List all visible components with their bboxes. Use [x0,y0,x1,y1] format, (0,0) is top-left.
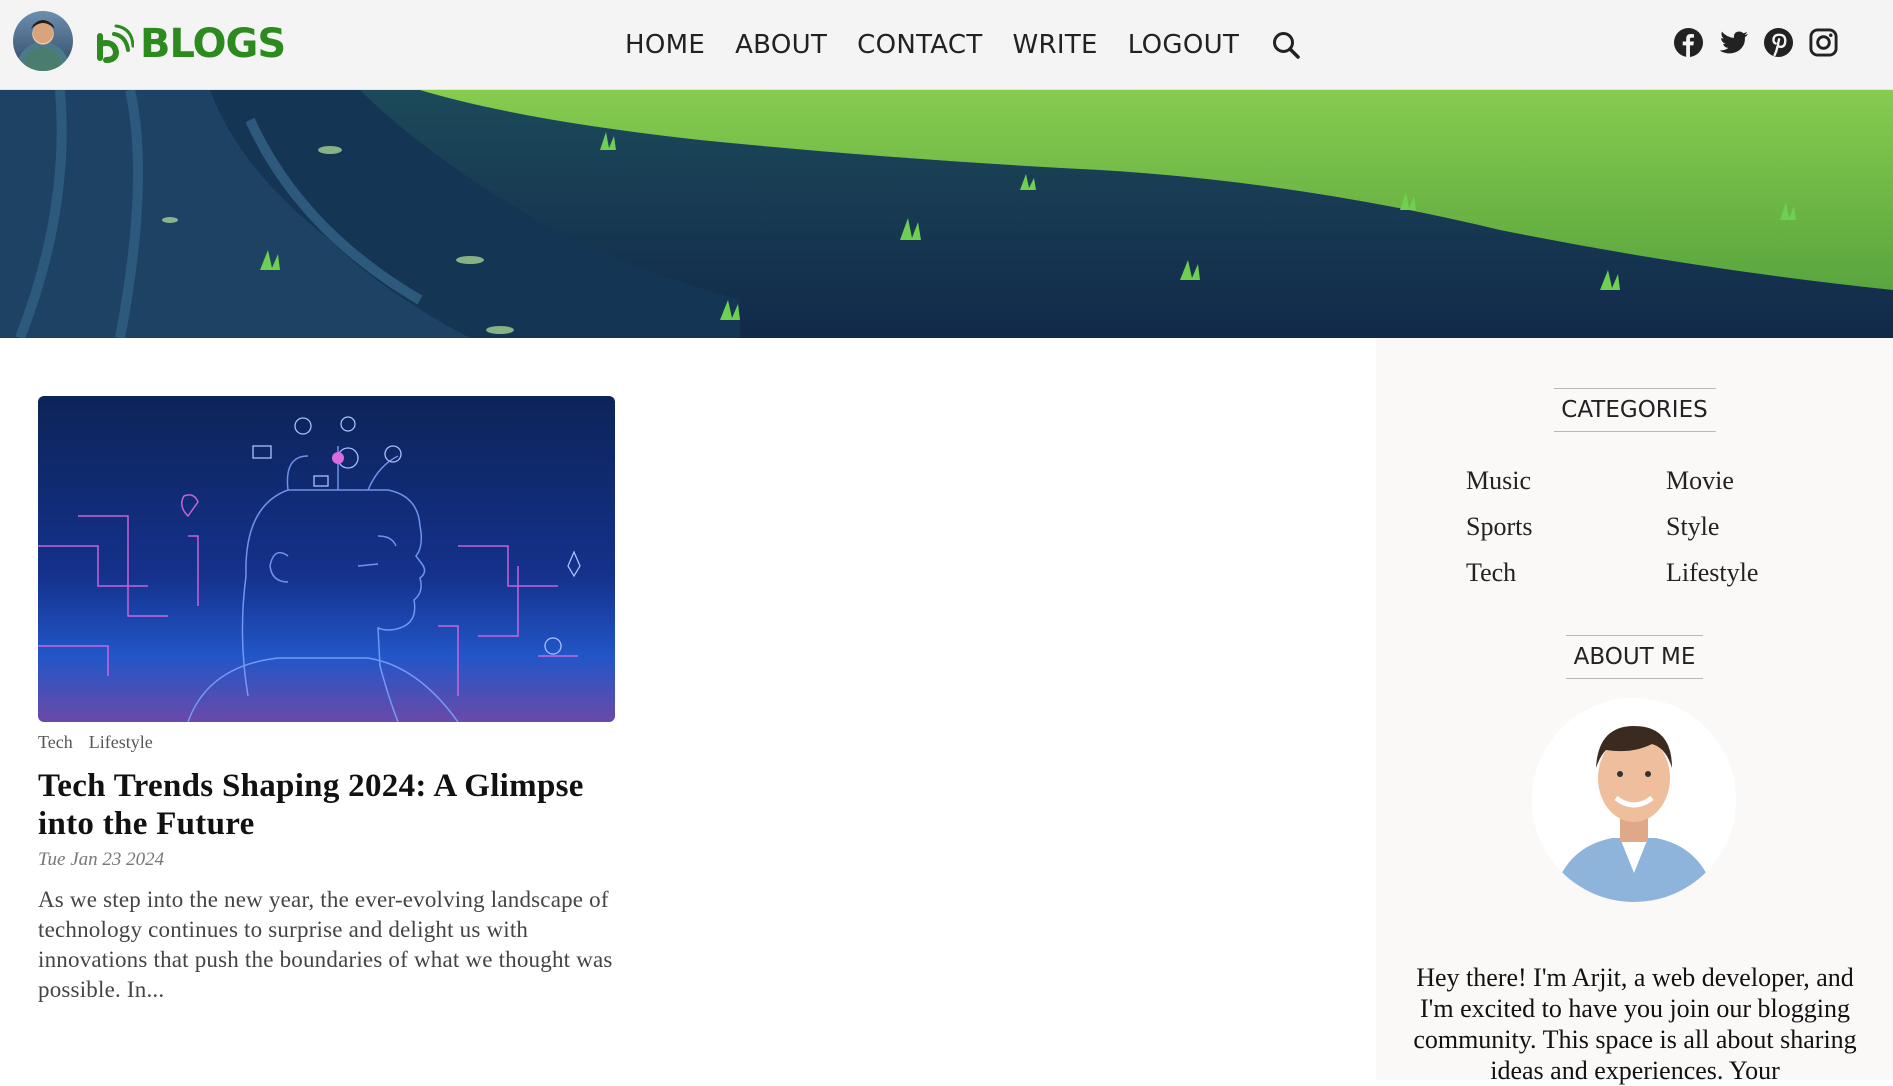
site-logo[interactable]: BLOGS [94,20,286,68]
about-heading: ABOUT ME [1565,635,1704,679]
nav-contact[interactable]: CONTACT [857,30,982,60]
pinterest-icon[interactable] [1763,27,1794,58]
post-image[interactable] [38,396,615,722]
facebook-icon[interactable] [1673,27,1704,58]
category-item-tech[interactable]: Tech [1466,558,1666,588]
nav-write[interactable]: WRITE [1013,30,1098,60]
search-icon[interactable] [1271,30,1301,60]
category-item-sports[interactable]: Sports [1466,512,1666,542]
post-excerpt: As we step into the new year, the ever-e… [38,887,613,1002]
nav-logout[interactable]: LOGOUT [1128,30,1239,60]
sidebar: CATEGORIES Music Movie Sports Style Tech… [1376,338,1893,1085]
post-title[interactable]: Tech Trends Shaping 2024: A Glimpse into… [38,767,615,843]
nav-home[interactable]: HOME [625,30,705,60]
blog-logo-icon [97,24,134,63]
category-item-lifestyle[interactable]: Lifestyle [1666,558,1866,588]
categories-heading: CATEGORIES [1553,388,1716,432]
hero-banner [0,90,1893,338]
post-category-tag[interactable]: Lifestyle [89,732,153,753]
nav-about[interactable]: ABOUT [735,30,827,60]
forest-grass-illustration [0,90,1893,338]
profile-photo [1532,698,1736,902]
social-links [1673,27,1839,58]
post-date: Tue Jan 23 2024 [38,849,165,870]
category-item-style[interactable]: Style [1666,512,1866,542]
post-card: Tech Lifestyle Tech Trends Shaping 2024:… [38,396,615,1005]
category-list: Music Movie Sports Style Tech Lifestyle [1466,466,1866,588]
logo-text: BLOGS [140,21,286,67]
top-navigation-bar: BLOGS HOME ABOUT CONTACT WRITE LOGOUT [0,0,1893,90]
instagram-icon[interactable] [1808,27,1839,58]
post-categories: Tech Lifestyle [38,732,615,753]
main-nav: HOME ABOUT CONTACT WRITE LOGOUT [625,24,1301,66]
category-item-music[interactable]: Music [1466,466,1666,496]
post-category-tag[interactable]: Tech [38,732,73,753]
twitter-icon[interactable] [1718,27,1749,58]
category-item-movie[interactable]: Movie [1666,466,1866,496]
about-text: Hey there! I'm Arjit, a web developer, a… [1413,963,1857,1085]
tech-head-illustration [38,416,581,722]
user-avatar[interactable] [13,11,73,71]
